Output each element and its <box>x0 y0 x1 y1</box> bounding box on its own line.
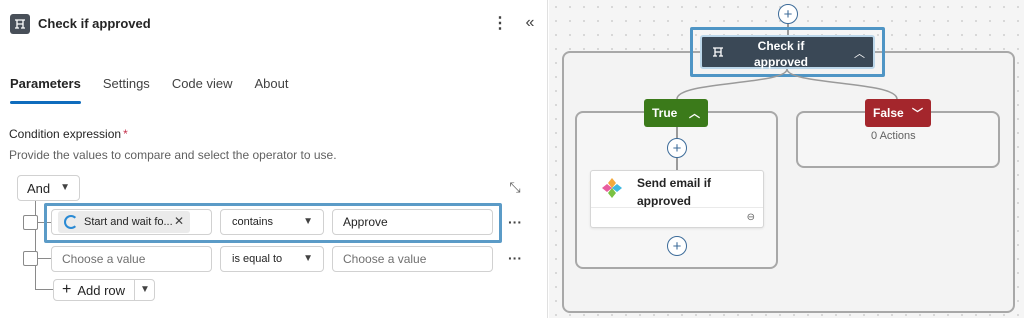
chevron-down-icon[interactable]: ▼ <box>140 284 150 295</box>
chevron-down-icon: ▼ <box>60 182 70 193</box>
row-2-left-field[interactable]: Choose a value <box>51 246 212 272</box>
condition-expression-label: Condition expression * <box>9 127 128 141</box>
email-connector-icon <box>602 178 622 198</box>
row-2-more-icon[interactable]: ··· <box>508 250 522 266</box>
parameters-panel: Check if approved ⋮ « Parameters Setting… <box>0 0 548 318</box>
row-1-checkbox[interactable] <box>23 215 38 230</box>
row-1-operator: contains <box>232 216 273 228</box>
plus-icon: + <box>62 281 72 298</box>
condition-node-title: Check if approved <box>753 39 808 69</box>
add-row-label: Add row <box>77 282 126 298</box>
row-2-checkbox[interactable] <box>23 251 38 266</box>
add-row-button[interactable]: + Add row ▼ <box>53 279 155 301</box>
panel-title: Check if approved <box>38 16 151 31</box>
group-operator-dropdown[interactable]: And ▼ <box>17 175 80 201</box>
divider <box>591 207 763 208</box>
panel-header: Check if approved ⋮ « <box>0 0 548 50</box>
row-1-right-value: Approve <box>343 215 388 229</box>
row-1-operator-dropdown[interactable]: contains ▼ <box>220 209 324 235</box>
divider <box>134 280 135 300</box>
tab-settings[interactable]: Settings <box>103 74 150 104</box>
branch-connectors <box>676 69 898 100</box>
true-branch-pill[interactable]: True ︿ <box>644 99 708 127</box>
row-2-right-field[interactable]: Choose a value <box>332 246 493 272</box>
tab-bar: Parameters Settings Code view About <box>10 74 311 104</box>
tab-parameters[interactable]: Parameters <box>10 74 81 104</box>
connector-line <box>676 158 678 170</box>
link-icon: ⊖ <box>746 212 755 223</box>
false-branch-pill[interactable]: False ﹀ <box>865 99 931 127</box>
false-actions-count: 0 Actions <box>871 130 916 142</box>
tab-about[interactable]: About <box>255 74 289 104</box>
row-1-right-field[interactable]: Approve <box>332 209 493 235</box>
true-branch-label: True <box>652 106 678 120</box>
dynamic-content-token[interactable]: Start and wait fo... ✕ <box>58 211 190 233</box>
chevron-down-icon: ▼ <box>303 216 313 227</box>
collapse-panel-icon[interactable]: « <box>522 12 538 34</box>
approval-icon <box>64 215 78 229</box>
chevron-down-icon: ▼ <box>303 253 313 264</box>
required-mark: * <box>123 127 128 141</box>
insert-step-true-button[interactable]: + <box>667 138 687 158</box>
insert-step-top-button[interactable]: + <box>778 4 798 24</box>
expand-icon[interactable]: ⤡ <box>506 178 524 196</box>
send-email-action-card[interactable]: Send email if approved ⊖ <box>590 170 764 228</box>
chevron-up-icon: ︿ <box>689 108 700 120</box>
row-2-right-placeholder: Choose a value <box>343 252 427 266</box>
false-branch-label: False <box>873 106 904 120</box>
more-options-icon[interactable]: ⋮ <box>492 12 508 34</box>
tree-branch-3 <box>35 289 53 290</box>
row-2-operator: is equal to <box>232 253 283 265</box>
condition-description: Provide the values to compare and select… <box>9 148 337 162</box>
condition-node[interactable]: Check if approved ︿ <box>700 35 875 69</box>
remove-token-icon[interactable]: ✕ <box>174 214 184 228</box>
token-label: Start and wait fo... <box>84 216 173 228</box>
insert-step-after-email-button[interactable]: + <box>667 236 687 256</box>
condition-icon <box>713 47 723 57</box>
condition-icon <box>10 14 30 34</box>
row-1-more-icon[interactable]: ··· <box>508 214 522 230</box>
tab-code-view[interactable]: Code view <box>172 74 233 104</box>
condition-label-text: Condition expression <box>9 127 122 141</box>
send-email-title: Send email if approved <box>637 176 712 208</box>
row-2-operator-dropdown[interactable]: is equal to ▼ <box>220 246 324 272</box>
chevron-down-icon: ﹀ <box>912 108 923 120</box>
group-operator-value: And <box>27 180 51 196</box>
chevron-up-icon[interactable]: ︿ <box>854 45 865 61</box>
row-2-left-placeholder: Choose a value <box>62 252 146 266</box>
